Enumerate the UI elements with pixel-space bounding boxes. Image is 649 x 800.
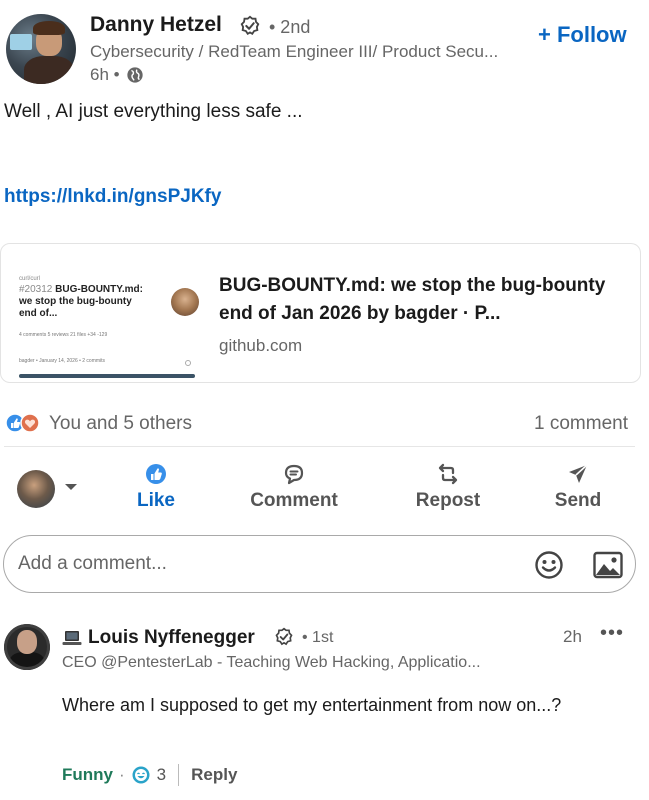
link-preview-thumbnail: curl/curl #20312 BUG-BOUNTY.md: we stop …	[9, 258, 199, 378]
comment-actions: Funny · 3 Reply	[62, 764, 237, 786]
comment-button[interactable]: Comment	[244, 462, 344, 512]
post-link[interactable]: https://lnkd.in/gnsPJKfy	[4, 186, 221, 208]
link-preview-title[interactable]: BUG-BOUNTY.md: we stop the bug-bounty en…	[219, 272, 629, 328]
divider	[178, 764, 180, 786]
thumb-title: #20312 BUG-BOUNTY.md: we stop the bug-bo…	[19, 284, 143, 319]
comment-time: 2h	[563, 627, 582, 646]
like-label: Like	[136, 490, 176, 511]
author-avatar[interactable]	[6, 14, 76, 84]
reactors-summary[interactable]: You and 5 others	[49, 413, 192, 435]
follow-button[interactable]: + Follow	[538, 22, 627, 48]
separator-dot: ·	[119, 765, 125, 784]
image-icon[interactable]	[593, 551, 623, 579]
divider	[4, 446, 635, 447]
thumb-status-icon	[185, 360, 191, 366]
author-headline: Cybersecurity / RedTeam Engineer III/ Pr…	[90, 42, 499, 61]
connection-degree: • 2nd	[269, 17, 311, 37]
thumb-repo: curl/curl	[19, 276, 41, 282]
send-icon	[569, 464, 588, 483]
author-name[interactable]: Danny Hetzel	[90, 13, 222, 37]
comment-icon	[284, 464, 304, 485]
post-time-text: 6h •	[90, 65, 120, 84]
comments-count[interactable]: 1 comment	[534, 413, 628, 435]
comment-input[interactable]	[18, 551, 498, 577]
like-icon	[146, 464, 166, 484]
reply-button[interactable]: Reply	[191, 765, 237, 785]
comment-more-button[interactable]: •••	[600, 622, 624, 645]
post-time: 6h •	[90, 65, 144, 85]
commenter-degree: • 1st	[302, 629, 334, 646]
thumb-bar	[19, 374, 195, 378]
emoji-icon[interactable]	[534, 550, 564, 580]
send-button[interactable]: Send	[548, 462, 608, 512]
like-button[interactable]: Like	[128, 462, 184, 512]
repost-icon	[438, 463, 458, 485]
thumb-author-photo	[171, 288, 199, 316]
comment-text: Where am I supposed to get my entertainm…	[62, 695, 562, 715]
chevron-down-icon[interactable]	[62, 480, 80, 494]
thumb-meta: 4 comments 5 reviews 21 files +34 -129	[19, 332, 108, 338]
globe-icon	[126, 67, 143, 83]
laptop-icon	[62, 631, 82, 645]
commenter-name[interactable]: Louis Nyffenegger	[88, 627, 255, 649]
verified-icon	[275, 627, 293, 646]
link-preview-card[interactable]: curl/curl #20312 BUG-BOUNTY.md: we stop …	[0, 243, 641, 383]
verified-icon	[240, 15, 260, 36]
comment-reaction-button[interactable]: Funny	[62, 765, 113, 785]
comment-reaction-count[interactable]: 3	[157, 765, 166, 785]
repost-button[interactable]: Repost	[410, 462, 486, 512]
reactions-icon[interactable]	[4, 412, 42, 434]
funny-reaction-icon	[131, 765, 151, 785]
thumb-meta-author: bagder • January 14, 2026 • 2 commits	[19, 358, 106, 364]
comment-label: Comment	[250, 490, 338, 511]
self-avatar[interactable]	[17, 470, 55, 508]
send-label: Send	[554, 490, 602, 511]
post-text: Well , AI just everything less safe ...	[4, 101, 303, 122]
commenter-avatar[interactable]	[4, 624, 50, 670]
link-preview-domain: github.com	[219, 336, 303, 355]
comment-box	[3, 535, 636, 593]
repost-label: Repost	[415, 490, 481, 511]
commenter-headline: CEO @PentesterLab - Teaching Web Hacking…	[62, 654, 481, 671]
